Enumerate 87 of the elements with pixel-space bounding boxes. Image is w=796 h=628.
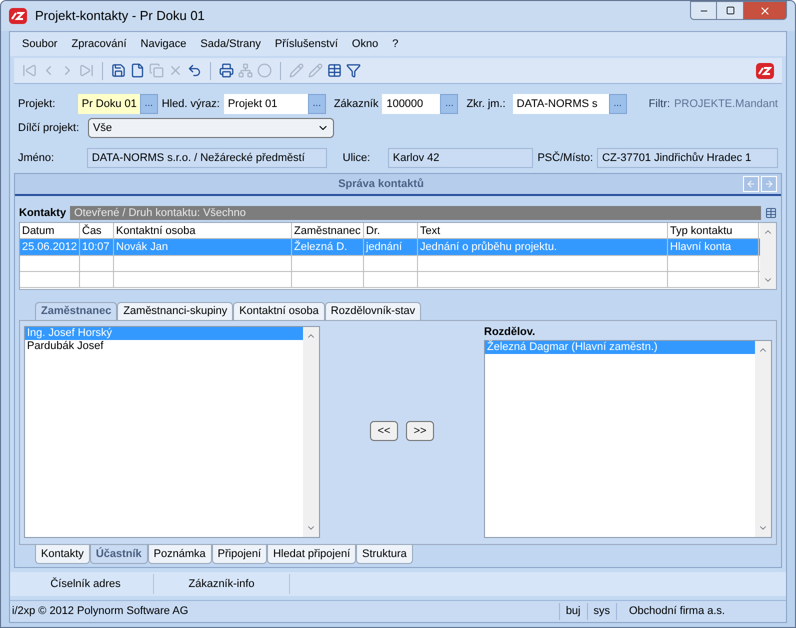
tab[interactable]: Kontakty <box>35 545 90 564</box>
logo-icon <box>756 62 774 78</box>
menu-item[interactable]: Soubor <box>22 36 58 52</box>
field-label: Zkr. jm.: <box>466 96 507 112</box>
move-button[interactable]: << <box>370 421 398 441</box>
filter-icon[interactable] <box>346 63 361 78</box>
table-cell: Hlavní konta <box>668 239 759 255</box>
field-label: Projekt: <box>18 96 56 112</box>
toolbar-button[interactable]: Číselník adres <box>18 574 154 594</box>
table-cell: 10:07 <box>80 239 114 255</box>
column-header[interactable]: Dr. <box>364 223 418 238</box>
user-status: buj <box>558 603 586 620</box>
logo-icon <box>9 8 27 24</box>
save-icon[interactable] <box>111 63 126 78</box>
table-cell: Novák Jan <box>114 239 292 255</box>
contacts-label: Kontakty <box>19 206 68 221</box>
table-icon[interactable] <box>327 63 342 78</box>
close-icon <box>759 4 771 16</box>
arrow-right-icon <box>764 179 774 189</box>
new-document-icon[interactable] <box>130 63 145 78</box>
project-field[interactable]: Pr Doku 01 <box>78 94 140 114</box>
toolbar-button[interactable]: Zákazník-info <box>154 574 290 594</box>
close-button[interactable] <box>743 1 787 20</box>
search-term-field[interactable]: Projekt 01 <box>224 94 308 114</box>
menu-item[interactable]: Sada/Strany <box>200 36 261 52</box>
field-label: Filtr: <box>648 96 670 112</box>
tab[interactable]: Účastník <box>90 545 148 564</box>
window-title: Projekt-kontakty - Pr Doku 01 <box>35 7 205 26</box>
tab[interactable]: Rozdělovník-stav <box>324 302 422 320</box>
printer-icon[interactable] <box>219 63 234 78</box>
table-cell: 25.06.2012 <box>20 239 80 255</box>
tab[interactable]: Poznámka <box>148 545 212 564</box>
customer-field[interactable]: 100000 <box>382 94 440 114</box>
name-field[interactable]: DATA-NORMS s.r.o. / Nežárecké předměstí <box>86 148 327 168</box>
distribution-title: Rozdělov. <box>484 325 536 340</box>
section-title: Správa kontaktů <box>337 176 425 192</box>
tab[interactable]: Struktura <box>356 545 413 564</box>
menu-item[interactable]: Zpracování <box>71 36 127 52</box>
arrow-left-icon <box>746 179 756 189</box>
field-label: Hled. výraz: <box>162 96 220 112</box>
tab[interactable]: Zaměstnanci-skupiny <box>117 302 234 320</box>
menu-item[interactable]: ? <box>392 36 398 52</box>
menu-item[interactable]: Příslušenství <box>274 36 338 52</box>
street-field[interactable]: Karlov 42 <box>388 148 534 168</box>
scrollbar[interactable] <box>303 327 319 537</box>
browse-button[interactable]: ... <box>608 94 627 114</box>
tab[interactable]: Připojení <box>212 545 268 564</box>
browse-button[interactable]: ... <box>308 94 326 114</box>
field-label: PSČ/Místo: <box>537 150 594 166</box>
menu-item[interactable]: Okno <box>352 36 378 52</box>
column-header[interactable]: Typ kontaktu <box>668 223 759 238</box>
next-button[interactable] <box>761 176 777 192</box>
tab[interactable]: Zaměstnanec <box>35 302 118 320</box>
tab[interactable]: Kontaktní osoba <box>233 302 325 320</box>
database-status: sys <box>586 603 616 620</box>
field-label: Zákazník <box>334 96 378 112</box>
column-header[interactable]: Text <box>418 223 668 238</box>
zip-city-field[interactable]: CZ-37701 Jindřichův Hradec 1 <box>597 148 778 168</box>
scrollbar[interactable] <box>760 223 776 289</box>
table-cell: Železná D. <box>292 239 364 255</box>
browse-button[interactable]: ... <box>440 94 458 114</box>
undo-icon[interactable] <box>187 63 202 78</box>
tab[interactable]: Hledat připojení <box>267 545 356 564</box>
filter-bar: Otevřené / Druh kontaktu: Všechno <box>70 206 761 220</box>
move-button[interactable]: >> <box>406 421 434 441</box>
list-item[interactable]: Pardubák Josef <box>25 340 303 353</box>
field-label: Dílčí projekt: <box>18 120 80 136</box>
column-header[interactable]: Čas <box>80 223 114 238</box>
subproject-dropdown[interactable]: Vše <box>88 118 334 138</box>
field-label: Ulice: <box>342 150 372 166</box>
menu-item[interactable]: Navigace <box>140 36 186 52</box>
column-header[interactable]: Datum <box>20 223 80 238</box>
table-settings-icon[interactable] <box>765 207 777 219</box>
maximize-button[interactable] <box>717 1 743 20</box>
column-header[interactable]: Zaměstnanec <box>292 223 364 238</box>
field-label: PROJEKTE.Mandant <box>674 96 778 112</box>
table-cell: Jednání o průběhu projektu. <box>418 239 668 255</box>
table-cell: jednání <box>364 239 418 255</box>
scrollbar[interactable] <box>755 341 771 537</box>
previous-button[interactable] <box>743 176 759 192</box>
maximize-icon <box>726 6 734 15</box>
company-status: Obchodní firma a.s. <box>616 603 786 620</box>
short-name-field[interactable]: DATA-NORMS s <box>512 94 609 114</box>
field-label: Jméno: <box>18 150 56 166</box>
column-header[interactable]: Kontaktní osoba <box>114 223 292 238</box>
copyright-text: i/2xp © 2012 Polynorm Software AG <box>12 604 188 620</box>
browse-button[interactable]: ... <box>140 94 158 114</box>
